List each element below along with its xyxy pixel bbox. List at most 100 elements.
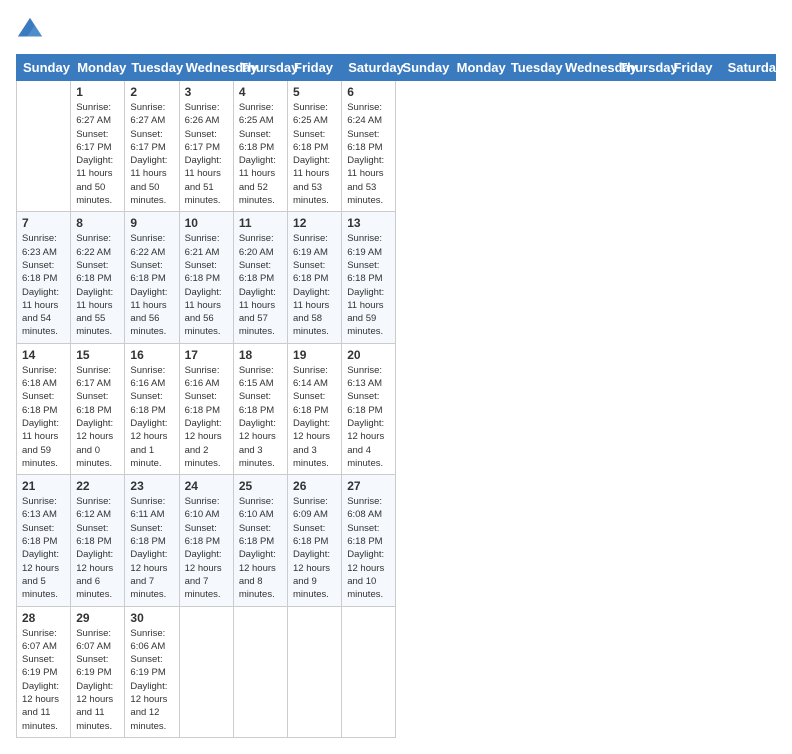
day-info: Sunrise: 6:27 AMSunset: 6:17 PMDaylight:… <box>76 101 119 207</box>
calendar-cell: 30 Sunrise: 6:06 AMSunset: 6:19 PMDayligh… <box>125 606 179 737</box>
calendar-cell: 21 Sunrise: 6:13 AMSunset: 6:18 PMDayligh… <box>17 475 71 606</box>
calendar-cell: 3Sunrise: 6:26 AMSunset: 6:17 PMDaylight… <box>179 81 233 212</box>
day-number: 17 <box>185 348 228 362</box>
calendar-week-row: 7 Sunrise: 6:23 AMSunset: 6:18 PMDaylight… <box>17 212 776 343</box>
day-number: 30 <box>130 611 173 625</box>
calendar-cell: 12Sunrise: 6:19 AMSunset: 6:18 PMDayligh… <box>288 212 342 343</box>
day-info: Sunrise: 6:22 AMSunset: 6:18 PMDaylight:… <box>130 232 173 338</box>
calendar-cell: 5Sunrise: 6:25 AMSunset: 6:18 PMDaylight… <box>288 81 342 212</box>
day-number: 14 <box>22 348 65 362</box>
day-info: Sunrise: 6:15 AMSunset: 6:18 PMDaylight:… <box>239 364 282 470</box>
day-number: 6 <box>347 85 390 99</box>
day-number: 8 <box>76 216 119 230</box>
calendar-cell <box>342 606 396 737</box>
day-number: 2 <box>130 85 173 99</box>
day-info: Sunrise: 6:22 AMSunset: 6:18 PMDaylight:… <box>76 232 119 338</box>
page-header <box>16 16 776 44</box>
day-info: Sunrise: 6:10 AMSunset: 6:18 PMDaylight:… <box>185 495 228 601</box>
day-number: 16 <box>130 348 173 362</box>
calendar-cell: 17Sunrise: 6:16 AMSunset: 6:18 PMDayligh… <box>179 343 233 474</box>
day-number: 15 <box>76 348 119 362</box>
weekday-header-saturday: Saturday <box>721 55 775 81</box>
header-monday: Monday <box>71 55 125 81</box>
day-number: 10 <box>185 216 228 230</box>
day-number: 28 <box>22 611 65 625</box>
calendar-week-row: 21 Sunrise: 6:13 AMSunset: 6:18 PMDayligh… <box>17 475 776 606</box>
calendar-cell: 28 Sunrise: 6:07 AMSunset: 6:19 PMDayligh… <box>17 606 71 737</box>
day-number: 21 <box>22 479 65 493</box>
calendar-cell: 9 Sunrise: 6:22 AMSunset: 6:18 PMDaylight… <box>125 212 179 343</box>
calendar-cell: 29Sunrise: 6:07 AMSunset: 6:19 PMDayligh… <box>71 606 125 737</box>
calendar-cell: 4Sunrise: 6:25 AMSunset: 6:18 PMDaylight… <box>233 81 287 212</box>
day-info: Sunrise: 6:08 AMSunset: 6:18 PMDaylight:… <box>347 495 390 601</box>
calendar-cell: 11 Sunrise: 6:20 AMSunset: 6:18 PMDayligh… <box>233 212 287 343</box>
header-saturday: Saturday <box>342 55 396 81</box>
day-info: Sunrise: 6:13 AMSunset: 6:18 PMDaylight:… <box>347 364 390 470</box>
day-number: 11 <box>239 216 282 230</box>
day-number: 3 <box>185 85 228 99</box>
calendar-cell: 27 Sunrise: 6:08 AMSunset: 6:18 PMDayligh… <box>342 475 396 606</box>
header-tuesday: Tuesday <box>125 55 179 81</box>
calendar-cell: 23Sunrise: 6:11 AMSunset: 6:18 PMDayligh… <box>125 475 179 606</box>
calendar-cell: 18Sunrise: 6:15 AMSunset: 6:18 PMDayligh… <box>233 343 287 474</box>
weekday-header-monday: Monday <box>450 55 504 81</box>
day-info: Sunrise: 6:10 AMSunset: 6:18 PMDaylight:… <box>239 495 282 601</box>
day-number: 13 <box>347 216 390 230</box>
calendar-cell: 15 Sunrise: 6:17 AMSunset: 6:18 PMDayligh… <box>71 343 125 474</box>
day-number: 27 <box>347 479 390 493</box>
day-info: Sunrise: 6:20 AMSunset: 6:18 PMDaylight:… <box>239 232 282 338</box>
calendar-week-row: 14 Sunrise: 6:18 AMSunset: 6:18 PMDayligh… <box>17 343 776 474</box>
calendar-cell: 25 Sunrise: 6:10 AMSunset: 6:18 PMDayligh… <box>233 475 287 606</box>
day-info: Sunrise: 6:25 AMSunset: 6:18 PMDaylight:… <box>293 101 336 207</box>
calendar-cell <box>17 81 71 212</box>
logo-icon <box>16 16 44 44</box>
day-number: 4 <box>239 85 282 99</box>
day-number: 25 <box>239 479 282 493</box>
weekday-header-thursday: Thursday <box>613 55 667 81</box>
day-number: 7 <box>22 216 65 230</box>
calendar-week-row: 1 Sunrise: 6:27 AMSunset: 6:17 PMDaylight… <box>17 81 776 212</box>
calendar-cell: 8 Sunrise: 6:22 AMSunset: 6:18 PMDaylight… <box>71 212 125 343</box>
day-number: 22 <box>76 479 119 493</box>
calendar-cell <box>288 606 342 737</box>
day-info: Sunrise: 6:24 AMSunset: 6:18 PMDaylight:… <box>347 101 390 207</box>
calendar-cell: 2 Sunrise: 6:27 AMSunset: 6:17 PMDaylight… <box>125 81 179 212</box>
header-sunday: Sunday <box>17 55 71 81</box>
calendar-cell <box>179 606 233 737</box>
calendar-cell: 1 Sunrise: 6:27 AMSunset: 6:17 PMDaylight… <box>71 81 125 212</box>
day-info: Sunrise: 6:07 AMSunset: 6:19 PMDaylight:… <box>76 627 119 733</box>
weekday-header-sunday: Sunday <box>396 55 450 81</box>
weekday-header-wednesday: Wednesday <box>559 55 613 81</box>
calendar-week-row: 28 Sunrise: 6:07 AMSunset: 6:19 PMDayligh… <box>17 606 776 737</box>
day-number: 9 <box>130 216 173 230</box>
day-info: Sunrise: 6:17 AMSunset: 6:18 PMDaylight:… <box>76 364 119 470</box>
day-number: 26 <box>293 479 336 493</box>
calendar-cell: 10Sunrise: 6:21 AMSunset: 6:18 PMDayligh… <box>179 212 233 343</box>
day-info: Sunrise: 6:19 AMSunset: 6:18 PMDaylight:… <box>293 232 336 338</box>
day-info: Sunrise: 6:23 AMSunset: 6:18 PMDaylight:… <box>22 232 65 338</box>
day-info: Sunrise: 6:11 AMSunset: 6:18 PMDaylight:… <box>130 495 173 601</box>
calendar-cell: 7 Sunrise: 6:23 AMSunset: 6:18 PMDaylight… <box>17 212 71 343</box>
header-friday: Friday <box>288 55 342 81</box>
calendar-table: SundayMondayTuesdayWednesdayThursdayFrid… <box>16 54 776 738</box>
logo <box>16 16 48 44</box>
calendar-cell: 13 Sunrise: 6:19 AMSunset: 6:18 PMDayligh… <box>342 212 396 343</box>
calendar-cell: 26Sunrise: 6:09 AMSunset: 6:18 PMDayligh… <box>288 475 342 606</box>
weekday-header-friday: Friday <box>667 55 721 81</box>
day-info: Sunrise: 6:13 AMSunset: 6:18 PMDaylight:… <box>22 495 65 601</box>
day-info: Sunrise: 6:27 AMSunset: 6:17 PMDaylight:… <box>130 101 173 207</box>
day-info: Sunrise: 6:07 AMSunset: 6:19 PMDaylight:… <box>22 627 65 733</box>
day-number: 1 <box>76 85 119 99</box>
day-info: Sunrise: 6:16 AMSunset: 6:18 PMDaylight:… <box>130 364 173 470</box>
day-info: Sunrise: 6:12 AMSunset: 6:18 PMDaylight:… <box>76 495 119 601</box>
day-info: Sunrise: 6:19 AMSunset: 6:18 PMDaylight:… <box>347 232 390 338</box>
day-info: Sunrise: 6:18 AMSunset: 6:18 PMDaylight:… <box>22 364 65 470</box>
header-wednesday: Wednesday <box>179 55 233 81</box>
calendar-header-row: SundayMondayTuesdayWednesdayThursdayFrid… <box>17 55 776 81</box>
calendar-cell: 19Sunrise: 6:14 AMSunset: 6:18 PMDayligh… <box>288 343 342 474</box>
calendar-cell: 6 Sunrise: 6:24 AMSunset: 6:18 PMDaylight… <box>342 81 396 212</box>
day-number: 20 <box>347 348 390 362</box>
day-number: 19 <box>293 348 336 362</box>
day-info: Sunrise: 6:06 AMSunset: 6:19 PMDaylight:… <box>130 627 173 733</box>
calendar-cell: 16 Sunrise: 6:16 AMSunset: 6:18 PMDayligh… <box>125 343 179 474</box>
